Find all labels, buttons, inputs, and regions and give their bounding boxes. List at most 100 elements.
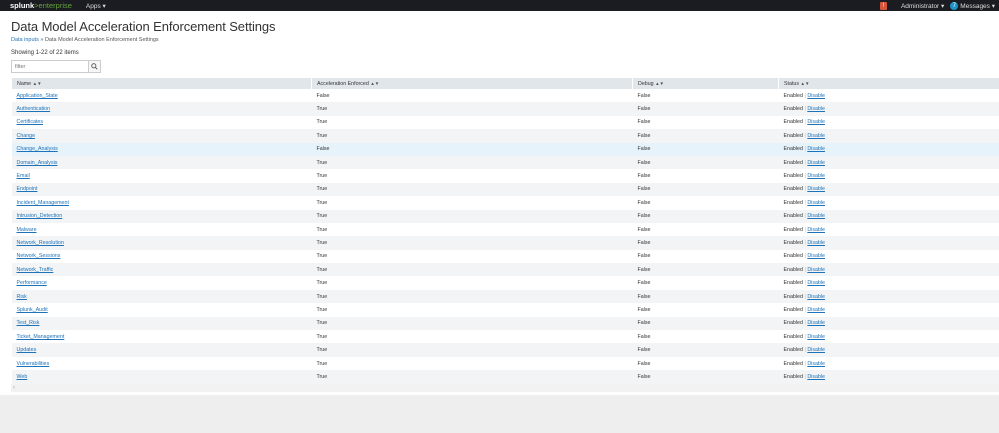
column-header-name[interactable]: Name ▲▼ <box>11 78 312 89</box>
table-row: Network_Resolution True False Enabled | Dis… <box>11 236 999 250</box>
disable-link[interactable]: Disable <box>807 160 825 166</box>
disable-link[interactable]: Disable <box>807 294 825 300</box>
row-enforced-cell: True <box>311 249 633 264</box>
row-name-link[interactable]: Performance <box>17 280 47 286</box>
row-name-link[interactable]: Vulnerabilities <box>17 361 50 367</box>
row-status-cell: Enabled | Disable <box>778 343 999 357</box>
column-header-status[interactable]: Status ▲▼ <box>778 78 999 89</box>
table-row: Certificates True False Enabled | Disable <box>11 115 999 130</box>
table-row: Updates True False Enabled | Disable <box>11 343 999 357</box>
sort-icon: ▲▼ <box>32 80 42 86</box>
disable-link[interactable]: Disable <box>807 307 825 313</box>
disable-link[interactable]: Disable <box>807 361 825 367</box>
horizontal-scrollbar[interactable]: ‹ <box>11 383 999 392</box>
table-row: Performance True False Enabled | Disable <box>11 276 999 290</box>
disable-link[interactable]: Disable <box>807 213 825 219</box>
item-count: Showing 1-22 of 22 items <box>11 50 79 56</box>
scroll-left-icon[interactable]: ‹ <box>13 385 15 391</box>
row-name-link[interactable]: Application_State <box>17 93 58 99</box>
row-name-link[interactable]: Web <box>17 374 28 380</box>
splunk-logo[interactable]: splunk>enterprise <box>10 1 72 10</box>
row-name-link[interactable]: Malware <box>17 227 37 233</box>
disable-link[interactable]: Disable <box>807 267 825 273</box>
status-enabled-label: Enabled <box>783 132 803 139</box>
disable-link[interactable]: Disable <box>807 133 825 139</box>
row-name-link[interactable]: Updates <box>17 347 37 353</box>
row-status-cell: Enabled | Disable <box>778 102 999 116</box>
sort-icon: ▲▼ <box>370 80 380 86</box>
row-name-link[interactable]: Change_Analysis <box>17 146 58 152</box>
row-name-link[interactable]: Domain_Analysis <box>17 160 58 166</box>
row-name-link[interactable]: Splunk_Audit <box>17 307 48 313</box>
disable-link[interactable]: Disable <box>807 253 825 259</box>
status-enabled-label: Enabled <box>783 159 803 166</box>
row-status-cell: Enabled | Disable <box>778 370 999 384</box>
disable-link[interactable]: Disable <box>807 240 825 246</box>
breadcrumb-data-inputs-link[interactable]: Data inputs <box>11 37 39 43</box>
column-header-acceleration-enforced[interactable]: Acceleration Enforced ▲▼ <box>311 78 633 89</box>
row-status-cell: Enabled | Disable <box>778 316 999 331</box>
disable-link[interactable]: Disable <box>807 347 825 353</box>
row-debug-cell: False <box>632 115 779 130</box>
row-name-link[interactable]: Endpoint <box>17 186 38 192</box>
row-name-link[interactable]: Network_Resolution <box>17 240 64 246</box>
row-debug-cell: False <box>632 169 779 183</box>
row-status-cell: Enabled | Disable <box>778 289 999 304</box>
disable-link[interactable]: Disable <box>807 374 825 380</box>
status-separator: | <box>804 347 806 354</box>
row-name-link[interactable]: Network_Sessions <box>17 253 61 259</box>
row-name-link[interactable]: Test_Risk <box>17 320 40 326</box>
disable-link[interactable]: Disable <box>807 320 825 326</box>
status-separator: | <box>804 119 806 126</box>
disable-link[interactable]: Disable <box>807 106 825 112</box>
table-row: Intrusion_Detection True False Enabled | Di… <box>11 209 999 223</box>
breadcrumb: Data inputs » Data Model Acceleration En… <box>11 37 988 43</box>
row-debug-cell: False <box>632 303 779 317</box>
disable-link[interactable]: Disable <box>807 334 825 340</box>
disable-link[interactable]: Disable <box>807 173 825 179</box>
disable-link[interactable]: Disable <box>807 280 825 286</box>
alert-icon[interactable]: ! <box>879 1 887 10</box>
disable-link[interactable]: Disable <box>807 186 825 192</box>
disable-link[interactable]: Disable <box>807 200 825 206</box>
row-debug-cell: False <box>632 343 779 357</box>
apps-menu[interactable]: Apps ▾ <box>86 2 106 10</box>
breadcrumb-separator: » <box>40 37 44 43</box>
row-name-link[interactable]: Ticket_Management <box>17 334 65 340</box>
row-name-link[interactable]: Intrusion_Detection <box>17 213 63 219</box>
row-name-cell: Network_Traffic <box>11 263 312 277</box>
filter-input[interactable] <box>11 60 89 73</box>
status-enabled-label: Enabled <box>783 226 803 233</box>
administrator-menu[interactable]: Administrator ▾ <box>901 2 944 10</box>
row-enforced-cell: True <box>311 115 633 130</box>
row-name-cell: Change_Analysis <box>11 142 312 156</box>
row-enforced-cell: True <box>311 236 633 250</box>
row-name-link[interactable]: Network_Traffic <box>17 267 54 273</box>
page-title: Data Model Acceleration Enforcement Sett… <box>11 19 276 34</box>
row-name-link[interactable]: Risk <box>17 294 27 300</box>
status-enabled-label: Enabled <box>783 373 803 380</box>
row-name-cell: Change <box>11 129 312 143</box>
status-enabled-label: Enabled <box>783 239 803 246</box>
status-enabled-label: Enabled <box>783 253 803 260</box>
row-name-link[interactable]: Email <box>17 173 30 179</box>
row-name-cell: Web <box>11 370 312 384</box>
row-name-link[interactable]: Change <box>17 133 36 139</box>
row-name-link[interactable]: Certificates <box>17 119 44 125</box>
status-enabled-label: Enabled <box>783 186 803 193</box>
table-row: Web True False Enabled | Disable <box>11 370 999 384</box>
row-status-cell: Enabled | Disable <box>778 276 999 290</box>
column-header-debug[interactable]: Debug ▲▼ <box>632 78 779 89</box>
disable-link[interactable]: Disable <box>807 227 825 233</box>
row-name-link[interactable]: Authentication <box>17 106 51 112</box>
messages-menu[interactable]: 7 Messages ▾ <box>950 1 995 10</box>
search-icon[interactable] <box>89 60 101 73</box>
disable-link[interactable]: Disable <box>807 93 825 99</box>
status-separator: | <box>804 320 806 327</box>
disable-link[interactable]: Disable <box>807 119 825 125</box>
row-enforced-cell: True <box>311 370 633 384</box>
status-separator: | <box>804 199 806 206</box>
disable-link[interactable]: Disable <box>807 146 825 152</box>
row-enforced-cell: True <box>311 316 633 331</box>
row-name-link[interactable]: Incident_Management <box>17 200 69 206</box>
